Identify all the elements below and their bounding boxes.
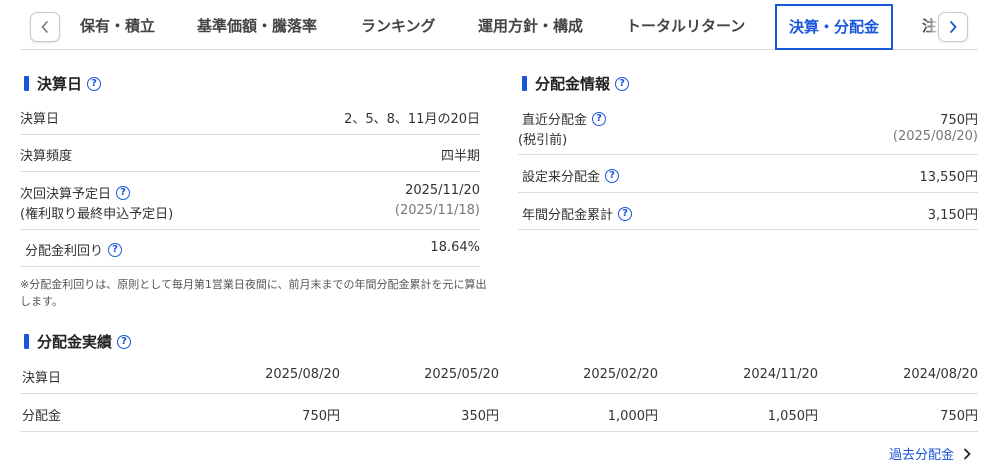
- row-label-text: 分配金利回り: [25, 244, 104, 259]
- help-icon[interactable]: ?: [615, 76, 630, 91]
- help-icon[interactable]: ?: [605, 168, 620, 183]
- tab-nav-performance[interactable]: 基準価額・騰落率: [197, 0, 317, 50]
- row-value-sub: (2025/11/18): [394, 203, 480, 218]
- row-value: 13,550円: [919, 170, 979, 185]
- tab-notes[interactable]: 注: [922, 0, 937, 50]
- settlement-section-title: 決算日 ?: [24, 73, 102, 94]
- row-value: 18.64%: [430, 240, 480, 255]
- history-date: 2025/05/20: [424, 367, 499, 382]
- past-distributions-link[interactable]: 過去分配金: [889, 444, 974, 463]
- history-date: 2024/08/20: [903, 367, 978, 382]
- row-value: 2025/11/20: [405, 183, 480, 198]
- row-label: 設定来分配金 ?: [522, 166, 620, 185]
- help-icon[interactable]: ?: [618, 206, 633, 221]
- row-label-text: 直近分配金: [522, 113, 588, 128]
- tab-scroll-right-button[interactable]: [938, 12, 968, 42]
- chevron-left-icon: [41, 21, 48, 33]
- distribution-info-title-text: 分配金情報: [535, 75, 611, 93]
- row-label-text: 設定来分配金: [522, 170, 601, 185]
- history-header-row: 決算日 2025/08/20 2025/05/20 2025/02/20 202…: [20, 357, 978, 394]
- section-marker: [24, 334, 29, 349]
- distribution-history-section-title: 分配金実績 ?: [24, 331, 132, 352]
- row-value: 四半期: [440, 149, 480, 164]
- history-amount: 750円: [302, 409, 340, 424]
- settlement-title-text: 決算日: [37, 75, 83, 93]
- distribution-info-section-title: 分配金情報 ?: [522, 73, 630, 94]
- row-label: 決算日: [20, 112, 60, 127]
- distribution-history-title-text: 分配金実績: [37, 333, 113, 351]
- tab-total-return[interactable]: トータルリターン: [626, 0, 745, 50]
- yield-note: ※分配金利回りは、原則として毎月第1営業日夜間に、前月末までの年間分配金累計を元…: [20, 278, 487, 308]
- section-marker: [24, 76, 29, 91]
- settlement-row-frequency: 決算頻度 四半期: [20, 135, 480, 172]
- row-label: 分配金利回り ?: [25, 240, 123, 259]
- settlement-row-date: 決算日 2、5、8、11月の20日: [20, 98, 480, 135]
- row-value: 750円: [940, 113, 978, 128]
- distribution-row-since-inception: 設定来分配金 ? 13,550円: [518, 155, 978, 193]
- settlement-row-next-date: 次回決算予定日 ? (権利取り最終申込予定日) 2025/11/20 (2025…: [20, 172, 480, 230]
- settlement-row-yield: 分配金利回り ? 18.64%: [20, 230, 480, 267]
- row-label-sub: (税引前): [518, 133, 568, 148]
- row-label-text: 次回決算予定日: [20, 187, 112, 202]
- history-date: 2024/11/20: [743, 367, 818, 382]
- history-amount: 1,050円: [767, 409, 818, 424]
- row-label: 決算頻度: [20, 149, 73, 164]
- tab-scroll-left-button[interactable]: [30, 12, 60, 42]
- tab-bar: 保有・積立 基準価額・騰落率 ランキング 運用方針・構成 トータルリターン 決算…: [0, 0, 1000, 52]
- history-date: 2025/08/20: [265, 367, 340, 382]
- history-amount: 750円: [940, 409, 978, 424]
- row-label: 次回決算予定日 ?: [20, 183, 131, 202]
- help-icon[interactable]: ?: [592, 111, 607, 126]
- help-icon[interactable]: ?: [108, 242, 123, 257]
- row-value: 3,150円: [927, 208, 978, 223]
- row-label: 年間分配金累計 ?: [522, 204, 633, 223]
- history-amount-row: 分配金 750円 350円 1,000円 1,050円 750円: [20, 394, 978, 432]
- row-label: 直近分配金 ?: [522, 109, 607, 128]
- history-date: 2025/02/20: [583, 367, 658, 382]
- help-icon[interactable]: ?: [87, 76, 102, 91]
- section-marker: [522, 76, 527, 91]
- distribution-row-annual: 年間分配金累計 ? 3,150円: [518, 193, 978, 230]
- row-label-text: 年間分配金累計: [522, 208, 614, 223]
- help-icon[interactable]: ?: [117, 334, 132, 349]
- distribution-row-latest: 直近分配金 ? (税引前) 750円 (2025/08/20): [518, 98, 978, 155]
- row-label-sub: (権利取り最終申込予定日): [20, 207, 174, 222]
- row-value: 2、5、8、11月の20日: [344, 112, 480, 127]
- chevron-right-icon: [964, 448, 971, 459]
- row-value-sub: (2025/08/20): [892, 129, 978, 144]
- tab-holdings[interactable]: 保有・積立: [80, 0, 155, 50]
- history-row-label: 分配金: [22, 409, 62, 424]
- history-amount: 1,000円: [607, 409, 658, 424]
- past-distributions-link-text: 過去分配金: [888, 448, 954, 463]
- tab-ranking[interactable]: ランキング: [361, 0, 436, 50]
- history-amount: 350円: [461, 409, 499, 424]
- tab-settlement-distribution[interactable]: 決算・分配金: [775, 4, 894, 50]
- history-header-label: 決算日: [22, 371, 62, 386]
- help-icon[interactable]: ?: [116, 185, 131, 200]
- chevron-right-icon: [950, 21, 957, 33]
- tab-policy[interactable]: 運用方針・構成: [478, 0, 583, 50]
